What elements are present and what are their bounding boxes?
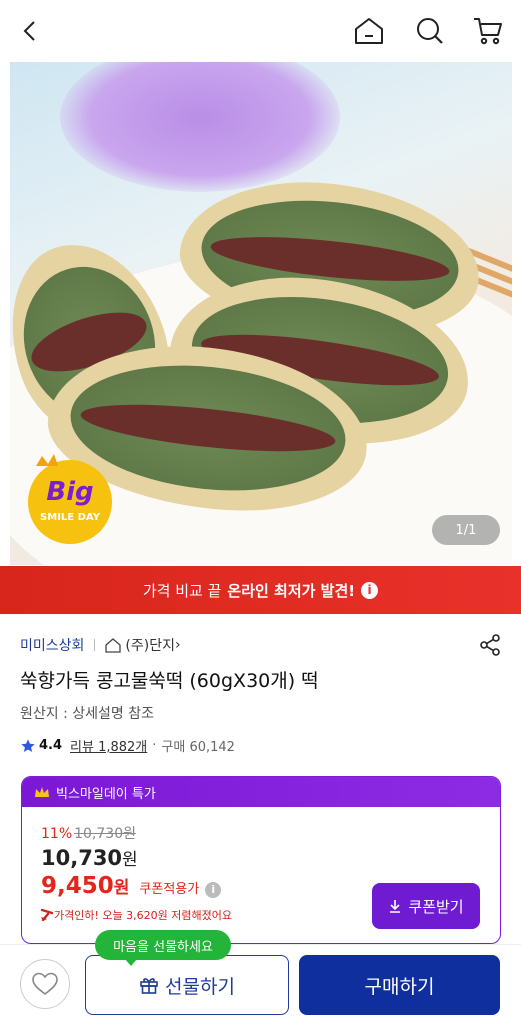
crown-icon	[35, 787, 49, 797]
big-smile-day-badge: Big SMILE DAY	[28, 454, 112, 544]
sale-price: 10,730원	[41, 845, 138, 870]
separator-dot: ·	[152, 738, 157, 753]
coupon-price-label: 쿠폰적용가	[139, 882, 200, 897]
discount-rate: 11%	[41, 826, 73, 842]
info-icon[interactable]: i	[205, 881, 222, 898]
buy-button[interactable]: 구매하기	[299, 955, 500, 1015]
seller-name[interactable]: 미미스상회	[20, 635, 84, 655]
get-coupon-button[interactable]: 쿠폰받기	[372, 883, 480, 929]
rating-row: 4.4 리뷰 1,882개 · 구매 60,142	[20, 736, 235, 755]
get-coupon-label: 쿠폰받기	[408, 897, 464, 916]
product-title: 쑥향가득 콩고물쑥떡 (60gX30개) 떡	[20, 670, 319, 692]
gift-button[interactable]: 선물하기	[85, 955, 289, 1015]
badge-smile-day-text: SMILE DAY	[40, 512, 101, 523]
coupon-price-amount: 9,450	[41, 873, 114, 899]
image-counter: 1/1	[432, 515, 500, 545]
original-price: 10,730원	[74, 826, 136, 842]
sale-price-amount: 10,730	[41, 846, 123, 870]
gift-icon	[140, 978, 158, 994]
deal-title: 빅스마일데이 특가	[56, 786, 156, 802]
price-drop-text: 가격인하! 오늘 3,620원 저렴해졌어요	[54, 909, 232, 922]
review-count-link[interactable]: 리뷰 1,882개	[70, 736, 147, 755]
banner-text: 가격 비교 끝	[142, 581, 222, 600]
price-drop-notice: 가격인하! 오늘 3,620원 저렴해졌어요	[40, 907, 232, 923]
lowest-price-banner[interactable]: 가격 비교 끝 온라인 최저가 발견! i	[0, 566, 521, 614]
gift-button-label: 선물하기	[165, 975, 235, 998]
seller-row: 미미스상회 (주)단지 ›	[20, 634, 501, 656]
top-nav-bar	[0, 0, 521, 62]
sale-price-unit: 원	[122, 850, 138, 870]
rating-score: 4.4	[39, 738, 63, 753]
search-icon[interactable]	[411, 12, 449, 50]
coupon-price-unit: 원	[113, 878, 130, 898]
cart-icon[interactable]	[469, 12, 507, 50]
bottom-action-bar: 선물하기 구매하기	[0, 944, 521, 1024]
divider	[94, 639, 96, 651]
home-icon	[105, 637, 122, 653]
star-icon	[21, 738, 35, 752]
chevron-right-icon: ›	[174, 637, 181, 653]
deal-header: 빅스마일데이 특가	[22, 777, 500, 807]
buy-button-label: 구매하기	[364, 975, 435, 998]
download-icon	[390, 900, 401, 913]
info-icon[interactable]: i	[361, 581, 379, 599]
gift-tooltip: 마음을 선물하세요	[95, 930, 231, 966]
purchase-count: 구매 60,142	[161, 740, 235, 755]
deal-card: 빅스마일데이 특가 11% 10,730원 10,730원 9,450 원 쿠폰…	[21, 776, 501, 944]
shop-link[interactable]: (주)단지 ›	[105, 635, 181, 655]
origin-text: 원산지 : 상세설명 참조	[20, 706, 154, 722]
down-arrow-icon	[40, 908, 54, 922]
shop-name: (주)단지	[125, 638, 175, 654]
chevron-left-icon[interactable]	[12, 12, 50, 50]
share-icon[interactable]	[478, 633, 502, 657]
product-image[interactable]: Big SMILE DAY 1/1	[10, 62, 512, 565]
background-cup	[60, 62, 340, 192]
coupon-price-row: 9,450 원 쿠폰적용가 i	[41, 873, 222, 899]
badge-big-text: Big	[46, 477, 93, 507]
banner-strong-text: 온라인 최저가 발견!	[227, 581, 356, 600]
home-icon[interactable]	[350, 12, 388, 50]
discount-row: 11% 10,730원	[41, 823, 136, 843]
heart-icon[interactable]	[20, 959, 70, 1009]
